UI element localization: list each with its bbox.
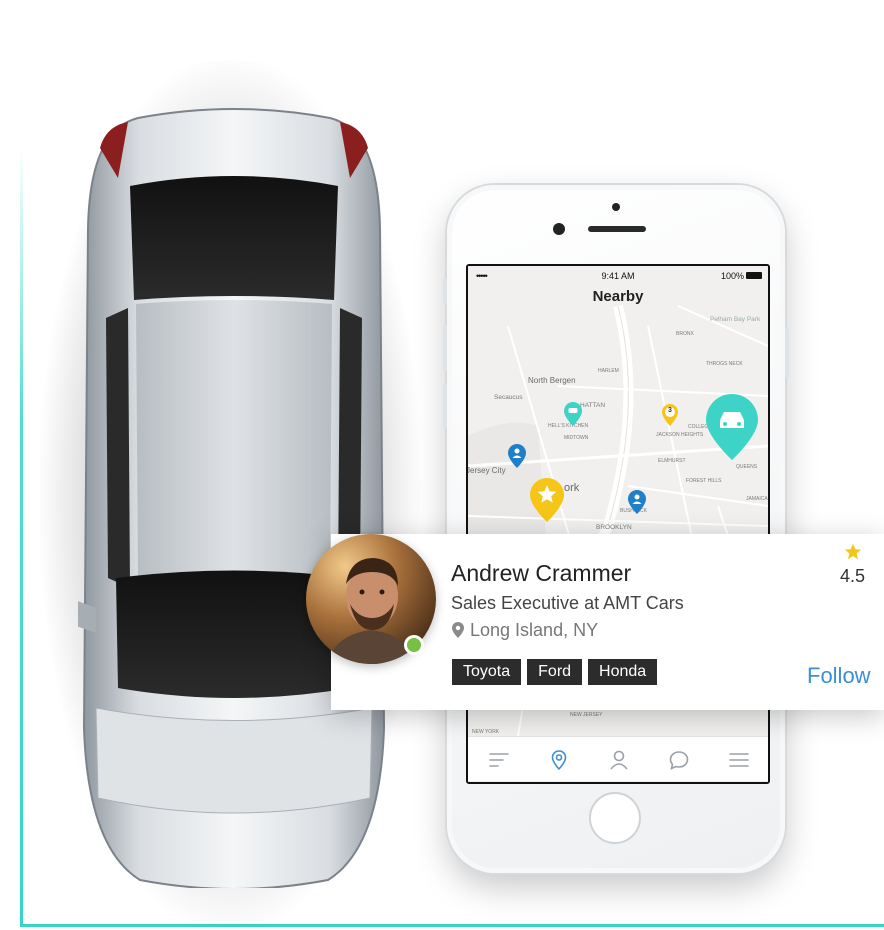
location-pin-icon[interactable]	[548, 749, 570, 771]
brand-tag[interactable]: Honda	[588, 659, 658, 685]
user-pin-icon[interactable]	[508, 444, 526, 468]
rating-badge: 4.5	[825, 534, 880, 604]
profile-location-text: Long Island, NY	[470, 620, 599, 640]
proximity-sensor	[553, 223, 565, 235]
map-label: NEW YORK	[472, 729, 500, 735]
brand-tag[interactable]: Ford	[527, 659, 583, 685]
favorite-pin-icon[interactable]	[530, 478, 564, 522]
home-button[interactable]	[589, 792, 641, 844]
map-label: NEW JERSEY	[570, 712, 603, 718]
map-label: ELMHURST	[658, 458, 686, 464]
map-label: BROOKLYN	[596, 524, 632, 531]
rating-value: 4.5	[839, 566, 866, 586]
map-label: ork	[564, 482, 580, 494]
car-image	[78, 108, 390, 888]
map-label: North Bergen	[528, 376, 576, 385]
status-bar: ••••• 9:41 AM 100%	[468, 266, 768, 286]
car-pin-large-icon[interactable]	[706, 394, 758, 460]
online-status-indicator	[404, 635, 424, 655]
brand-tags: Toyota Ford Honda	[452, 659, 658, 685]
map-label: HATTAN	[580, 402, 606, 409]
map-label: JAMAICA	[746, 496, 768, 502]
map-label: QUEENS	[736, 464, 758, 470]
map-label: JACKSON HEIGHTS	[656, 432, 704, 438]
map-label: Pelham Bay Park	[710, 316, 761, 323]
tab-bar	[468, 736, 768, 781]
user-pin-icon[interactable]	[628, 490, 646, 514]
battery-percentage: 100%	[720, 271, 744, 281]
profile-name: Andrew Crammer	[451, 560, 632, 586]
earpiece-speaker	[588, 226, 646, 232]
profile-role: Sales Executive at AMT Cars	[451, 593, 684, 613]
screen-title: Nearby	[592, 288, 644, 305]
chat-bubble-icon[interactable]	[668, 749, 690, 771]
profile-location: Long Island, NY	[452, 620, 598, 641]
map-label: FOREST HILLS	[686, 478, 722, 484]
phone-volume-up	[443, 325, 447, 371]
cluster-count: 3	[668, 407, 672, 414]
menu-icon[interactable]	[728, 749, 750, 771]
map-label: Jersey City	[466, 466, 506, 475]
car-pin-icon[interactable]	[564, 402, 582, 426]
feed-icon[interactable]	[488, 749, 510, 771]
map-label: MIDTOWN	[564, 435, 589, 441]
phone-mute-switch	[443, 278, 447, 304]
user-icon[interactable]	[608, 749, 630, 771]
front-camera	[612, 203, 620, 211]
star-icon	[844, 543, 862, 560]
map-label: Secaucus	[494, 394, 523, 401]
map-label: THROGS NECK	[706, 361, 743, 367]
map-marker-icon	[452, 622, 464, 638]
brand-tag[interactable]: Toyota	[452, 659, 522, 685]
map-label: HARLEM	[598, 368, 619, 374]
phone-volume-down	[443, 383, 447, 429]
map-label: BRONX	[676, 331, 694, 337]
phone-power-button	[785, 328, 789, 378]
battery-icon	[746, 272, 762, 279]
follow-button[interactable]: Follow	[807, 663, 871, 689]
